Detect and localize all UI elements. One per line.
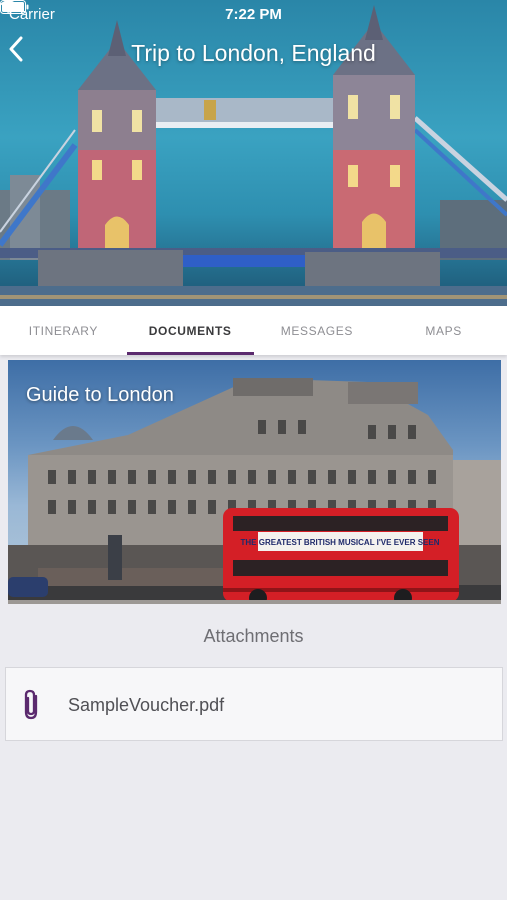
- status-time: 7:22 PM: [225, 6, 282, 23]
- bus-banner-text: THE GREATEST BRITISH MUSICAL I'VE EVER S…: [241, 538, 440, 547]
- tab-itinerary[interactable]: ITINERARY: [0, 306, 127, 355]
- attachment-item[interactable]: SampleVoucher.pdf: [5, 667, 503, 741]
- tab-documents[interactable]: DOCUMENTS: [126, 306, 254, 355]
- tab-bar: ITINERARY DOCUMENTS MESSAGES MAPS: [0, 306, 507, 355]
- hero-image: Carrier 7:22 PM Trip to London, England: [0, 0, 507, 306]
- status-bar: Carrier 7:22 PM: [0, 0, 507, 28]
- page-title: Trip to London, England: [131, 40, 376, 66]
- guide-card[interactable]: THE GREATEST BRITISH MUSICAL I'VE EVER S…: [8, 360, 501, 604]
- guide-title: Guide to London: [26, 384, 174, 406]
- paperclip-icon: [24, 689, 38, 720]
- attachments-heading: Attachments: [203, 626, 304, 646]
- attachment-name: SampleVoucher.pdf: [68, 695, 225, 715]
- tab-messages[interactable]: MESSAGES: [254, 306, 381, 355]
- tab-maps[interactable]: MAPS: [380, 306, 507, 355]
- battery-icon: [0, 0, 29, 14]
